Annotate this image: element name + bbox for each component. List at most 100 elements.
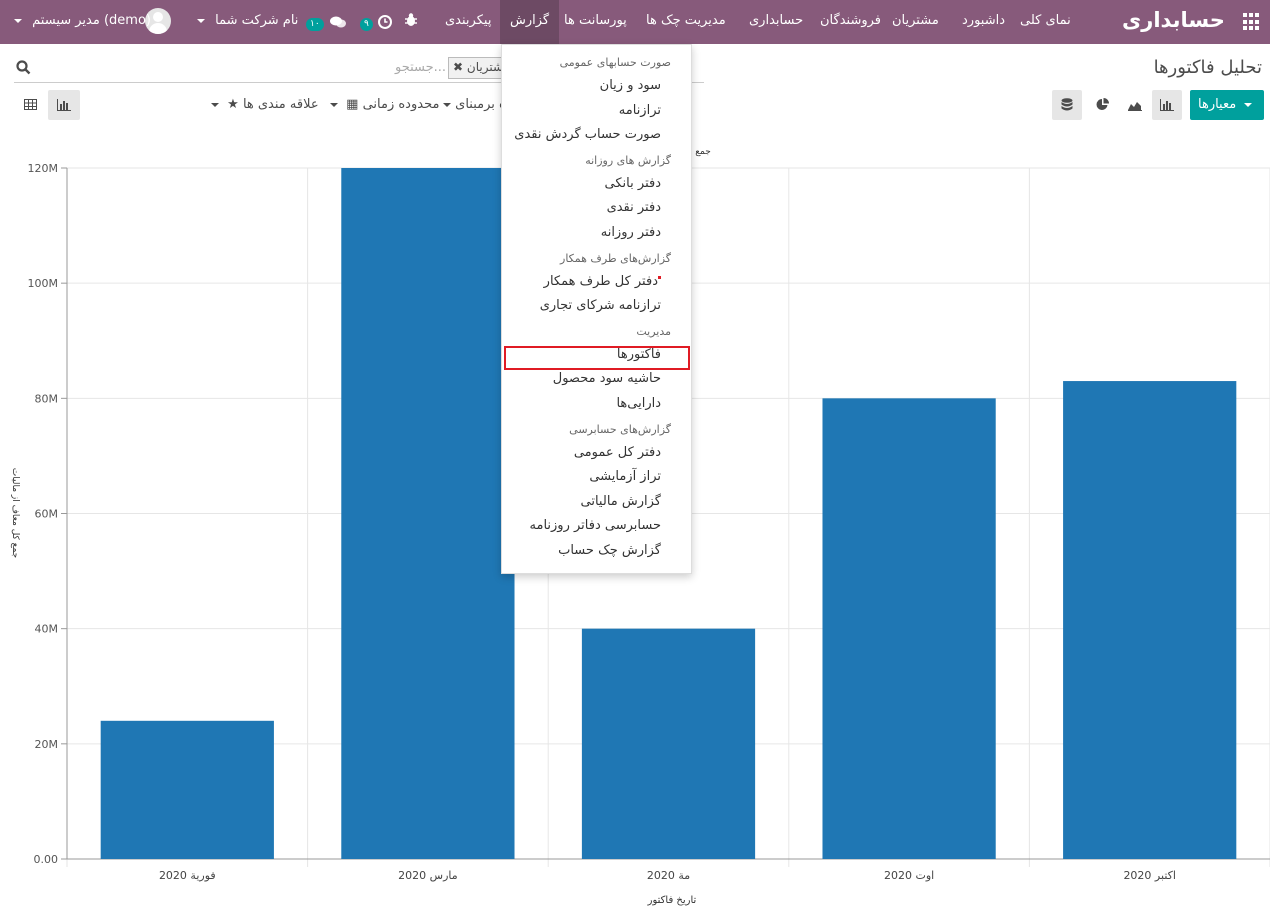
dropdown-section-header: گزارش‌های حسابرسی	[569, 422, 671, 436]
top-navbar: حسابداری نمای کلی داشبورد مشتریان فروشند…	[0, 0, 1270, 44]
chevron-down-icon	[443, 102, 451, 107]
measures-label: معیارها	[1198, 97, 1237, 112]
dropdown-item[interactable]: تراز آزمایشی	[589, 469, 661, 484]
dropdown-item[interactable]: دفتر کل طرف همکار	[544, 274, 661, 289]
message-count-badge: ۱۰	[306, 18, 324, 31]
x-tick-label: مة 2020	[647, 869, 690, 882]
cursor-marker	[658, 275, 661, 279]
dropdown-item[interactable]: دفتر نقدی	[607, 200, 661, 215]
chart-bar[interactable]	[100, 720, 274, 859]
chart-bar[interactable]	[581, 628, 756, 859]
apps-menu-icon[interactable]	[1243, 13, 1261, 31]
groupby-label: ه برمبنای	[455, 97, 506, 112]
stacked-toggle-button[interactable]	[1052, 90, 1082, 120]
chevron-down-icon	[211, 102, 219, 107]
messages-menu[interactable]: ۱۰	[306, 11, 347, 31]
groupby-dropdown[interactable]: ه برمبنای	[443, 97, 506, 112]
app-brand[interactable]: حسابداری	[1122, 8, 1225, 32]
y-tick-label: 20M	[35, 738, 59, 751]
dropdown-section-header: گزارش‌های طرف همکار	[560, 251, 671, 265]
dropdown-item[interactable]: فاکتورها	[617, 347, 661, 362]
company-switcher[interactable]: نام شرکت شما	[197, 13, 298, 28]
chevron-down-icon	[14, 18, 22, 23]
y-tick-label: 120M	[28, 162, 59, 175]
dropdown-section-header: مدیریت	[636, 324, 671, 338]
dropdown-item[interactable]: ترازنامه شرکای تجاری	[540, 298, 661, 313]
database-stack-icon	[1061, 98, 1073, 111]
area-chart-icon	[1128, 102, 1142, 111]
dropdown-section-header: صورت حسابهای عمومی	[559, 56, 671, 69]
company-name: نام شرکت شما	[215, 13, 299, 28]
bar-chart-icon	[1160, 99, 1174, 111]
user-name: مدیر سیستم (demo)	[32, 13, 151, 28]
search-input[interactable]: جستجو...	[395, 60, 446, 75]
menu-configuration[interactable]: پیکربندی	[445, 13, 491, 28]
dropdown-item[interactable]: صورت حساب گردش نقدی	[514, 127, 661, 142]
chart-legend-measure: جمع	[695, 147, 711, 157]
x-axis-ticks: فورية 2020 مارس 2020 مة 2020 اوت 2020 اکتبر …	[159, 869, 1176, 882]
chart-bar[interactable]	[341, 168, 515, 859]
line-chart-type-button[interactable]	[1120, 90, 1150, 120]
search-icon[interactable]	[16, 60, 31, 79]
time-range-label: محدوده زمانی	[362, 97, 440, 112]
chat-bubbles-icon	[329, 16, 346, 27]
x-axis-label: تاریخ فاکتور	[647, 895, 697, 906]
menu-customers[interactable]: مشتریان	[892, 13, 939, 28]
highlight-box	[504, 346, 690, 370]
chart-bar[interactable]	[1063, 381, 1237, 859]
calendar-icon: ▦	[346, 97, 359, 112]
graph-view-button[interactable]	[48, 90, 80, 120]
x-tick-label: فورية 2020	[159, 869, 216, 882]
dropdown-item[interactable]: گزارش چک حساب	[558, 543, 661, 558]
search-facet[interactable]: ✖ شتریان	[448, 57, 508, 79]
reporting-dropdown-menu: صورت حسابهای عمومی سود و زیان ترازنامه صورت…	[501, 44, 692, 574]
pivot-view-button[interactable]	[16, 90, 46, 120]
chevron-down-icon	[330, 102, 338, 107]
page-title: تحلیل فاکتورها	[1153, 57, 1262, 78]
dropdown-item[interactable]: دفتر روزانه	[601, 225, 661, 240]
y-axis-ticks: 0.00 20M 40M 60M 80M 100M 120M	[28, 162, 67, 866]
pie-chart-icon	[1096, 98, 1109, 110]
dropdown-item[interactable]: ترازنامه	[619, 103, 661, 118]
user-menu[interactable]: مدیر سیستم (demo)	[14, 13, 151, 28]
measures-button[interactable]: معیارها	[1190, 90, 1264, 120]
y-tick-label: 80M	[35, 392, 59, 405]
x-tick-label: اوت 2020	[884, 869, 934, 882]
menu-dashboard[interactable]: داشبورد	[962, 13, 1005, 28]
chart-bar[interactable]	[822, 398, 996, 859]
debug-bug-icon[interactable]	[404, 12, 418, 32]
chevron-down-icon	[197, 18, 205, 23]
pie-chart-type-button[interactable]	[1088, 90, 1118, 120]
dropdown-item[interactable]: دفتر بانکی	[605, 176, 661, 191]
y-tick-label: 60M	[35, 508, 59, 521]
menu-accounting[interactable]: حسابداری	[749, 13, 803, 28]
star-icon: ★	[227, 97, 239, 112]
bar-chart-icon	[57, 99, 71, 111]
remove-facet-icon[interactable]: ✖	[453, 60, 463, 74]
dropdown-item[interactable]: دارایی‌ها	[616, 396, 661, 411]
y-tick-label: 100M	[28, 277, 59, 290]
dropdown-item[interactable]: حاشیه سود محصول	[553, 371, 661, 386]
menu-reporting[interactable]: گزارش	[500, 0, 560, 44]
menu-vendors[interactable]: فروشندگان	[820, 13, 881, 28]
x-tick-label: اکتبر 2020	[1123, 869, 1176, 882]
favorites-label: علاقه مندی ها	[242, 97, 319, 112]
y-tick-label: 0.00	[34, 853, 59, 866]
bar-chart-type-button[interactable]	[1152, 90, 1182, 120]
search-facet-value: شتریان	[466, 60, 503, 74]
clock-icon	[377, 14, 392, 29]
chevron-down-icon	[1244, 102, 1253, 107]
dropdown-item[interactable]: سود و زیان	[600, 78, 661, 93]
activity-count-badge: ۹	[360, 18, 373, 31]
menu-overview[interactable]: نمای کلی	[1020, 13, 1071, 28]
dropdown-item[interactable]: حسابرسی دفاتر روزنامه	[530, 518, 661, 533]
dropdown-item[interactable]: گزارش مالیاتی	[581, 494, 661, 509]
y-axis-label: جمع کل معاف از مالیات	[10, 468, 20, 558]
dropdown-item[interactable]: دفتر کل عمومی	[574, 445, 661, 460]
activities-menu[interactable]: ۹	[360, 11, 392, 31]
menu-commissions[interactable]: پورسانت ها	[564, 13, 627, 28]
dropdown-section-header: گزارش های روزانه	[585, 153, 671, 167]
menu-check-management[interactable]: مدیریت چک ها	[646, 13, 726, 28]
time-range-dropdown[interactable]: ▦ محدوده زمانی	[330, 97, 439, 112]
favorites-dropdown[interactable]: ★ علاقه مندی ها	[211, 97, 319, 112]
